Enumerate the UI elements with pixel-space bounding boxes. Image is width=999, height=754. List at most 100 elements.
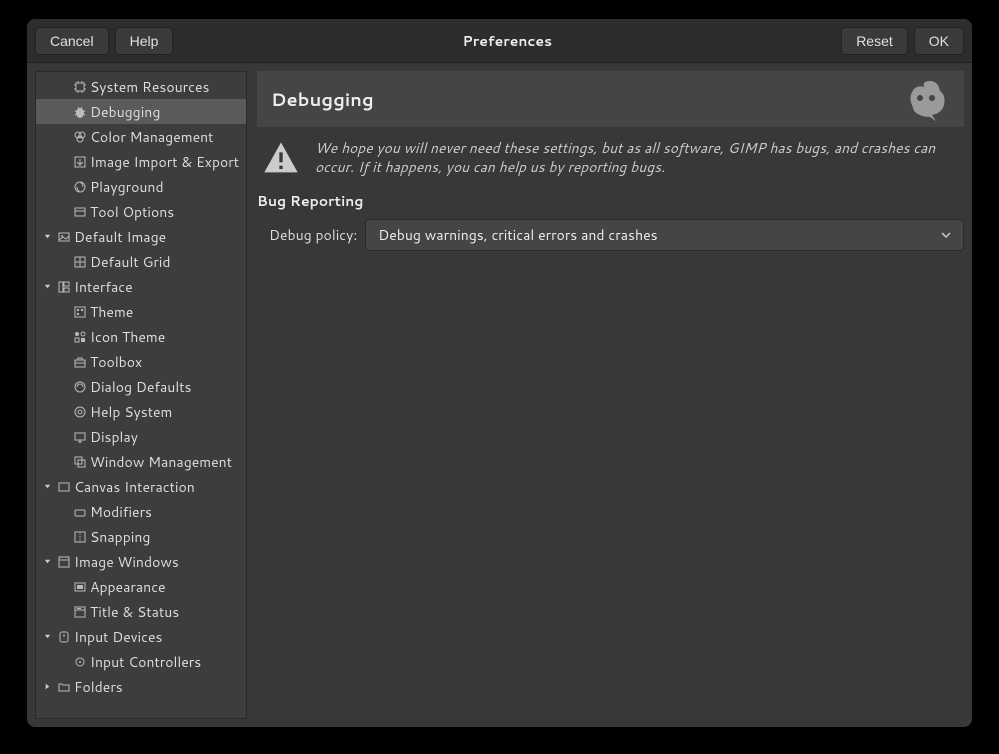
interface-icon: [56, 279, 72, 295]
chip-icon: [72, 79, 88, 95]
expander-right-icon[interactable]: [40, 680, 54, 694]
ok-button[interactable]: OK: [914, 27, 964, 55]
expander-down-icon[interactable]: [40, 630, 54, 644]
warning-text: We hope you will never need these settin…: [315, 139, 960, 177]
expander-down-icon[interactable]: [40, 230, 54, 244]
reset-button[interactable]: Reset: [841, 27, 908, 55]
input-icon: [56, 629, 72, 645]
tree-item-folders[interactable]: Folders: [36, 674, 246, 699]
preferences-tree[interactable]: System ResourcesDebugging Color Managemen…: [35, 71, 247, 719]
tree-item-label: Dialog Defaults: [90, 377, 191, 397]
controllers-icon: [72, 654, 88, 670]
tools-icon: [72, 204, 88, 220]
expander-spacer: [40, 105, 54, 119]
theme-icon: [72, 304, 88, 320]
dialog-icon: [72, 379, 88, 395]
expander-down-icon[interactable]: [40, 555, 54, 569]
tree-item-appearance[interactable]: Appearance: [36, 574, 246, 599]
tree-item-image-windows[interactable]: Image Windows: [36, 549, 246, 574]
section-bug-reporting: Bug Reporting: [257, 189, 964, 219]
expander-spacer: [40, 355, 54, 369]
tree-item-label: Input Devices: [74, 627, 162, 647]
content-pane: Debugging We hope you will never need th…: [257, 71, 964, 719]
tree-item-window-management[interactable]: Window Management: [36, 449, 246, 474]
tree-item-title-status[interactable]: Title & Status: [36, 599, 246, 624]
tree-item-label: Default Grid: [90, 252, 171, 272]
tree-item-label: Color Management: [90, 127, 213, 147]
expander-spacer: [40, 430, 54, 444]
tree-item-icon-theme[interactable]: Icon Theme: [36, 324, 246, 349]
icontheme-icon: [72, 329, 88, 345]
debug-policy-dropdown[interactable]: Debug warnings, critical errors and cras…: [365, 219, 964, 251]
content-title: Debugging: [271, 86, 374, 112]
tree-item-tool-options[interactable]: Tool Options: [36, 199, 246, 224]
tree-item-toolbox[interactable]: Toolbox: [36, 349, 246, 374]
chevron-down-icon: [941, 230, 951, 240]
tree-item-label: Input Controllers: [90, 652, 201, 672]
tree-item-label: Title & Status: [90, 602, 179, 622]
dialog-title: Preferences: [173, 31, 841, 51]
tree-item-label: Tool Options: [90, 202, 174, 222]
imgwin-icon: [56, 554, 72, 570]
expander-spacer: [40, 580, 54, 594]
warning-row: We hope you will never need these settin…: [257, 127, 964, 189]
tree-item-image-import-export[interactable]: Image Import & Export: [36, 149, 246, 174]
tree-item-modifiers[interactable]: Modifiers: [36, 499, 246, 524]
tree-item-label: Appearance: [90, 577, 166, 597]
tree-item-label: Folders: [74, 677, 123, 697]
tree-item-label: Theme: [90, 302, 133, 322]
tree-item-default-image[interactable]: Default Image: [36, 224, 246, 249]
modifiers-icon: [72, 504, 88, 520]
tree-item-display[interactable]: Display: [36, 424, 246, 449]
tree-item-input-controllers[interactable]: Input Controllers: [36, 649, 246, 674]
tree-item-input-devices[interactable]: Input Devices: [36, 624, 246, 649]
preferences-dialog: Cancel Help Preferences Reset OK System …: [27, 19, 972, 727]
tree-item-theme[interactable]: Theme: [36, 299, 246, 324]
tree-item-playground[interactable]: Playground: [36, 174, 246, 199]
expander-spacer: [40, 605, 54, 619]
expander-down-icon[interactable]: [40, 480, 54, 494]
folder-icon: [56, 679, 72, 695]
canvas-icon: [56, 479, 72, 495]
image-icon: [56, 229, 72, 245]
tree-item-dialog-defaults[interactable]: Dialog Defaults: [36, 374, 246, 399]
dialog-header: Cancel Help Preferences Reset OK: [27, 19, 972, 63]
expander-spacer: [40, 180, 54, 194]
expander-spacer: [40, 380, 54, 394]
help-button[interactable]: Help: [115, 27, 174, 55]
tree-item-help-system[interactable]: Help System: [36, 399, 246, 424]
tree-item-interface[interactable]: Interface: [36, 274, 246, 299]
bug-icon: [72, 104, 88, 120]
tree-item-label: Image Windows: [74, 552, 179, 572]
cancel-button[interactable]: Cancel: [35, 27, 109, 55]
display-icon: [72, 429, 88, 445]
tree-item-label: Default Image: [74, 227, 166, 247]
toolbox-icon: [72, 354, 88, 370]
expander-spacer: [40, 405, 54, 419]
tree-item-color-management[interactable]: Color Management: [36, 124, 246, 149]
expander-spacer: [40, 330, 54, 344]
tree-item-label: Image Import & Export: [90, 152, 239, 172]
tree-item-label: Display: [90, 427, 138, 447]
tree-item-label: Window Management: [90, 452, 232, 472]
expander-spacer: [40, 655, 54, 669]
appearance-icon: [72, 579, 88, 595]
tree-item-label: Snapping: [90, 527, 150, 547]
tree-item-debugging[interactable]: Debugging: [36, 99, 246, 124]
gimp-logo-icon: [902, 75, 950, 123]
color-icon: [72, 129, 88, 145]
expander-spacer: [40, 305, 54, 319]
tree-item-canvas-interaction[interactable]: Canvas Interaction: [36, 474, 246, 499]
tree-item-label: Icon Theme: [90, 327, 165, 347]
warning-icon: [261, 139, 301, 179]
expander-down-icon[interactable]: [40, 280, 54, 294]
title-icon: [72, 604, 88, 620]
tree-item-label: Modifiers: [90, 502, 152, 522]
tree-item-label: Canvas Interaction: [74, 477, 195, 497]
expander-spacer: [40, 130, 54, 144]
tree-item-system-resources[interactable]: System Resources: [36, 74, 246, 99]
tree-item-snapping[interactable]: Snapping: [36, 524, 246, 549]
windows-icon: [72, 454, 88, 470]
tree-item-default-grid[interactable]: Default Grid: [36, 249, 246, 274]
tree-item-label: Toolbox: [90, 352, 142, 372]
